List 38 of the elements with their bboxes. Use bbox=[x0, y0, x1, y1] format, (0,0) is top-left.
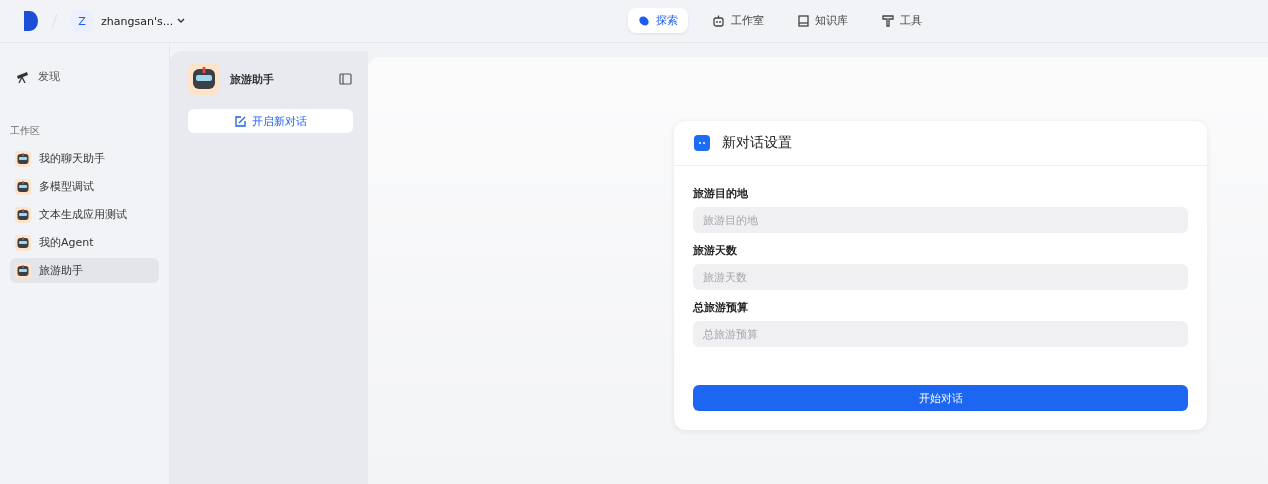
workspace-avatar: Z bbox=[71, 10, 93, 32]
robot-avatar-icon bbox=[15, 178, 31, 195]
telescope-icon bbox=[16, 70, 30, 83]
sidebar-item[interactable]: 我的聊天助手 bbox=[10, 146, 159, 171]
robot-avatar-icon bbox=[15, 234, 31, 251]
robot-avatar-icon bbox=[15, 262, 31, 279]
chat-bubble-icon bbox=[694, 135, 710, 151]
nav-tab[interactable]: 知识库 bbox=[788, 8, 858, 33]
field-label: 旅游天数 bbox=[693, 243, 738, 258]
sidebar-toggle-icon[interactable] bbox=[339, 73, 352, 85]
workspace-switcher[interactable]: zhangsan's... bbox=[101, 14, 186, 28]
nav-tab[interactable]: 探索 bbox=[628, 8, 688, 33]
nav-tab[interactable]: 工作室 bbox=[702, 8, 774, 33]
card-title: 新对话设置 bbox=[722, 134, 792, 152]
sidebar-item[interactable]: 我的Agent bbox=[10, 230, 159, 255]
sidebar-item[interactable]: 文本生成应用测试 bbox=[10, 202, 159, 227]
discover-link[interactable]: 发现 bbox=[10, 65, 159, 88]
input-field[interactable]: 旅游目的地 bbox=[693, 207, 1188, 233]
field-label: 总旅游预算 bbox=[693, 300, 749, 315]
logo-icon[interactable] bbox=[24, 11, 38, 31]
sidebar-item[interactable]: 多模型调试 bbox=[10, 174, 159, 199]
robot-avatar-icon bbox=[188, 63, 220, 95]
section-title: 工作区 bbox=[10, 124, 41, 138]
caret-icon bbox=[177, 18, 186, 24]
nav-tab[interactable]: 工具 bbox=[872, 8, 932, 33]
app-name: 旅游助手 bbox=[230, 71, 275, 87]
new-chat-button[interactable]: 开启新对话 bbox=[188, 109, 353, 133]
field-label: 旅游目的地 bbox=[693, 186, 749, 201]
book-icon bbox=[798, 14, 809, 27]
robot-icon bbox=[712, 14, 725, 27]
robot-avatar-icon bbox=[15, 150, 31, 167]
input-field[interactable]: 旅游天数 bbox=[693, 264, 1188, 290]
robot-avatar-icon bbox=[15, 206, 31, 223]
compass-icon bbox=[638, 14, 650, 27]
edit-icon bbox=[234, 115, 246, 127]
start-chat-button[interactable]: 开始对话 bbox=[693, 385, 1188, 411]
sidebar-item[interactable]: 旅游助手 bbox=[10, 258, 159, 283]
input-field[interactable]: 总旅游预算 bbox=[693, 321, 1188, 347]
